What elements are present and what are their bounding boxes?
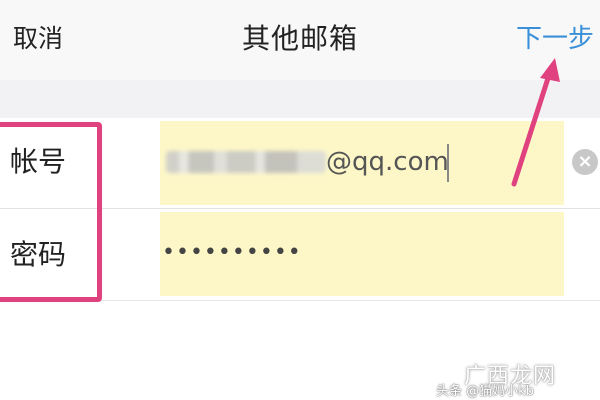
watermark-handle: 头条 @猫妈小kb: [436, 384, 534, 399]
arrow-annotation-icon: [511, 58, 560, 187]
watermark: 广西龙网 头条 @猫妈小kb: [436, 358, 596, 399]
